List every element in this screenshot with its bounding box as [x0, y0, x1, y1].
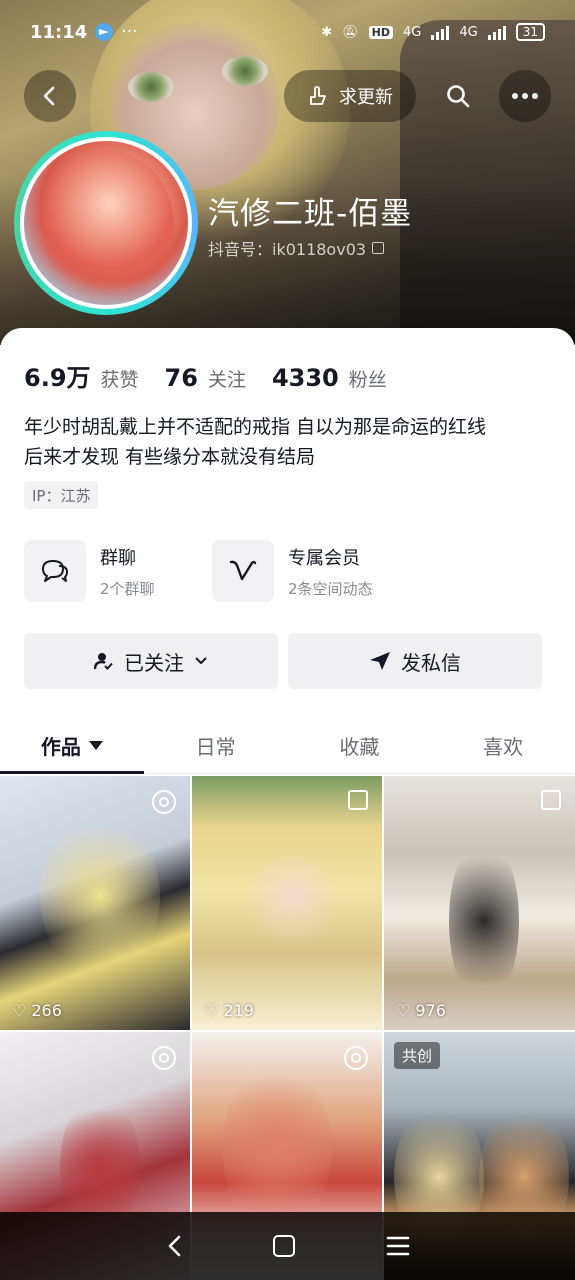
hand-pointer-icon	[310, 86, 326, 105]
tab-daily[interactable]: 日常	[144, 718, 288, 773]
profile-name: 汽修二班-佰墨	[208, 196, 413, 232]
feature-subtitle-group-chat: 2个群聊	[100, 579, 155, 598]
stats-row: 6.9万 获赞 76 关注 4330 粉丝	[24, 358, 403, 393]
tab-favorites-label: 收藏	[339, 735, 380, 759]
group-chat-icon	[24, 540, 86, 602]
chevron-left-icon	[43, 86, 55, 106]
message-button[interactable]: 发私信	[288, 633, 542, 689]
mute-icon: 🔕︎	[342, 24, 359, 40]
stat-followers-value[interactable]: 4330	[272, 364, 339, 392]
status-bar: 11:14 ··· ✱ 🔕︎ HD 4G 4G 31	[0, 0, 575, 64]
caret-down-icon	[88, 741, 103, 750]
feature-title-vip: 专属会员	[288, 547, 360, 569]
content-tabs: 作品 日常 收藏 喜欢	[0, 718, 575, 774]
stat-following-label: 关注	[207, 369, 246, 391]
tab-daily-label: 日常	[195, 735, 236, 759]
home-nav-icon[interactable]	[273, 1235, 296, 1257]
request-update-button[interactable]: 求更新	[284, 70, 416, 122]
video-likes-count: 266	[31, 1001, 62, 1020]
followed-button[interactable]: 已关注	[24, 633, 278, 689]
user-check-icon	[94, 653, 113, 670]
vip-icon	[212, 540, 274, 602]
back-nav-icon[interactable]	[165, 1234, 183, 1258]
telegram-icon	[95, 23, 114, 41]
video-likes: ♡ 266	[12, 1001, 62, 1020]
bio-line-1: 年少时胡乱戴上并不适配的戒指 自以为那是命运的红线	[24, 416, 487, 438]
chevron-down-icon	[195, 657, 207, 665]
tab-works-label: 作品	[40, 735, 81, 759]
video-likes-count: 976	[415, 1001, 446, 1020]
live-photo-icon	[152, 1046, 176, 1070]
ip-tag: IP：江苏	[24, 481, 99, 509]
more-button[interactable]	[499, 70, 551, 122]
signal-icon-2	[487, 24, 506, 40]
douyin-id[interactable]: 抖音号：ik0118ov03	[208, 236, 385, 260]
system-nav-bar	[0, 1212, 575, 1280]
video-likes: ♡ 219	[204, 1001, 254, 1020]
signal-icon	[431, 24, 450, 40]
live-photo-icon	[344, 1046, 368, 1070]
heart-icon: ♡	[12, 1001, 27, 1020]
stat-likes-value[interactable]: 6.9万	[24, 358, 91, 393]
back-button[interactable]	[24, 70, 76, 122]
profile-card: 6.9万 获赞 76 关注 4330 粉丝 年少时胡乱戴上并不适配的戒指 自以为…	[0, 328, 575, 778]
video-thumbnail[interactable]: ♡ 219	[192, 776, 382, 1030]
avatar[interactable]	[20, 137, 192, 309]
message-label: 发私信	[401, 650, 461, 675]
video-likes: ♡ 976	[396, 1001, 446, 1020]
heart-icon: ♡	[204, 1001, 219, 1020]
live-photo-icon	[152, 790, 176, 814]
network-label-1: 4G	[403, 24, 422, 40]
more-icon	[512, 93, 538, 99]
feature-subtitle-vip: 2条空间动态	[288, 579, 373, 598]
bluetooth-icon: ✱	[321, 24, 333, 40]
copy-icon[interactable]	[372, 242, 385, 254]
video-thumbnail[interactable]: ♡ 976	[384, 776, 575, 1030]
stat-followers-label: 粉丝	[348, 369, 387, 391]
hd-icon: HD	[368, 25, 393, 39]
tab-liked-label: 喜欢	[483, 735, 524, 759]
request-update-label: 求更新	[339, 87, 393, 108]
battery-icon: 31	[515, 23, 545, 41]
followed-label: 已关注	[124, 650, 184, 675]
video-likes-count: 219	[223, 1001, 254, 1020]
search-icon	[447, 85, 470, 108]
multi-image-icon	[348, 790, 368, 810]
avatar-ring[interactable]	[14, 131, 198, 315]
bio: 年少时胡乱戴上并不适配的戒指 自以为那是命运的红线 后来才发现 有些缘分本就没有…	[24, 412, 564, 472]
status-dots: ···	[121, 22, 138, 42]
video-thumbnail[interactable]: ♡ 266	[0, 776, 190, 1030]
stat-likes-label: 获赞	[100, 369, 139, 391]
tab-favorites[interactable]: 收藏	[288, 718, 432, 773]
douyin-id-text: 抖音号：ik0118ov03	[208, 240, 367, 259]
send-icon	[370, 652, 390, 670]
heart-icon: ♡	[396, 1001, 411, 1020]
video-grid: ♡ 266 ♡ 219 ♡ 976 共创	[0, 776, 575, 1280]
tab-works[interactable]: 作品	[0, 718, 144, 774]
feature-title-group-chat: 群聊	[100, 547, 136, 569]
stat-following-value[interactable]: 76	[165, 364, 198, 392]
multi-image-icon	[541, 790, 561, 810]
bio-line-2: 后来才发现 有些缘分本就没有结局	[24, 446, 316, 468]
status-time: 11:14	[30, 21, 88, 43]
network-label-2: 4G	[459, 24, 478, 40]
recents-nav-icon[interactable]	[386, 1235, 410, 1257]
feature-vip[interactable]: 专属会员 2条空间动态	[212, 540, 373, 602]
search-button[interactable]	[432, 70, 484, 122]
co-create-badge: 共创	[394, 1042, 441, 1069]
feature-group-chat[interactable]: 群聊 2个群聊	[24, 540, 155, 602]
tab-liked[interactable]: 喜欢	[431, 718, 575, 773]
